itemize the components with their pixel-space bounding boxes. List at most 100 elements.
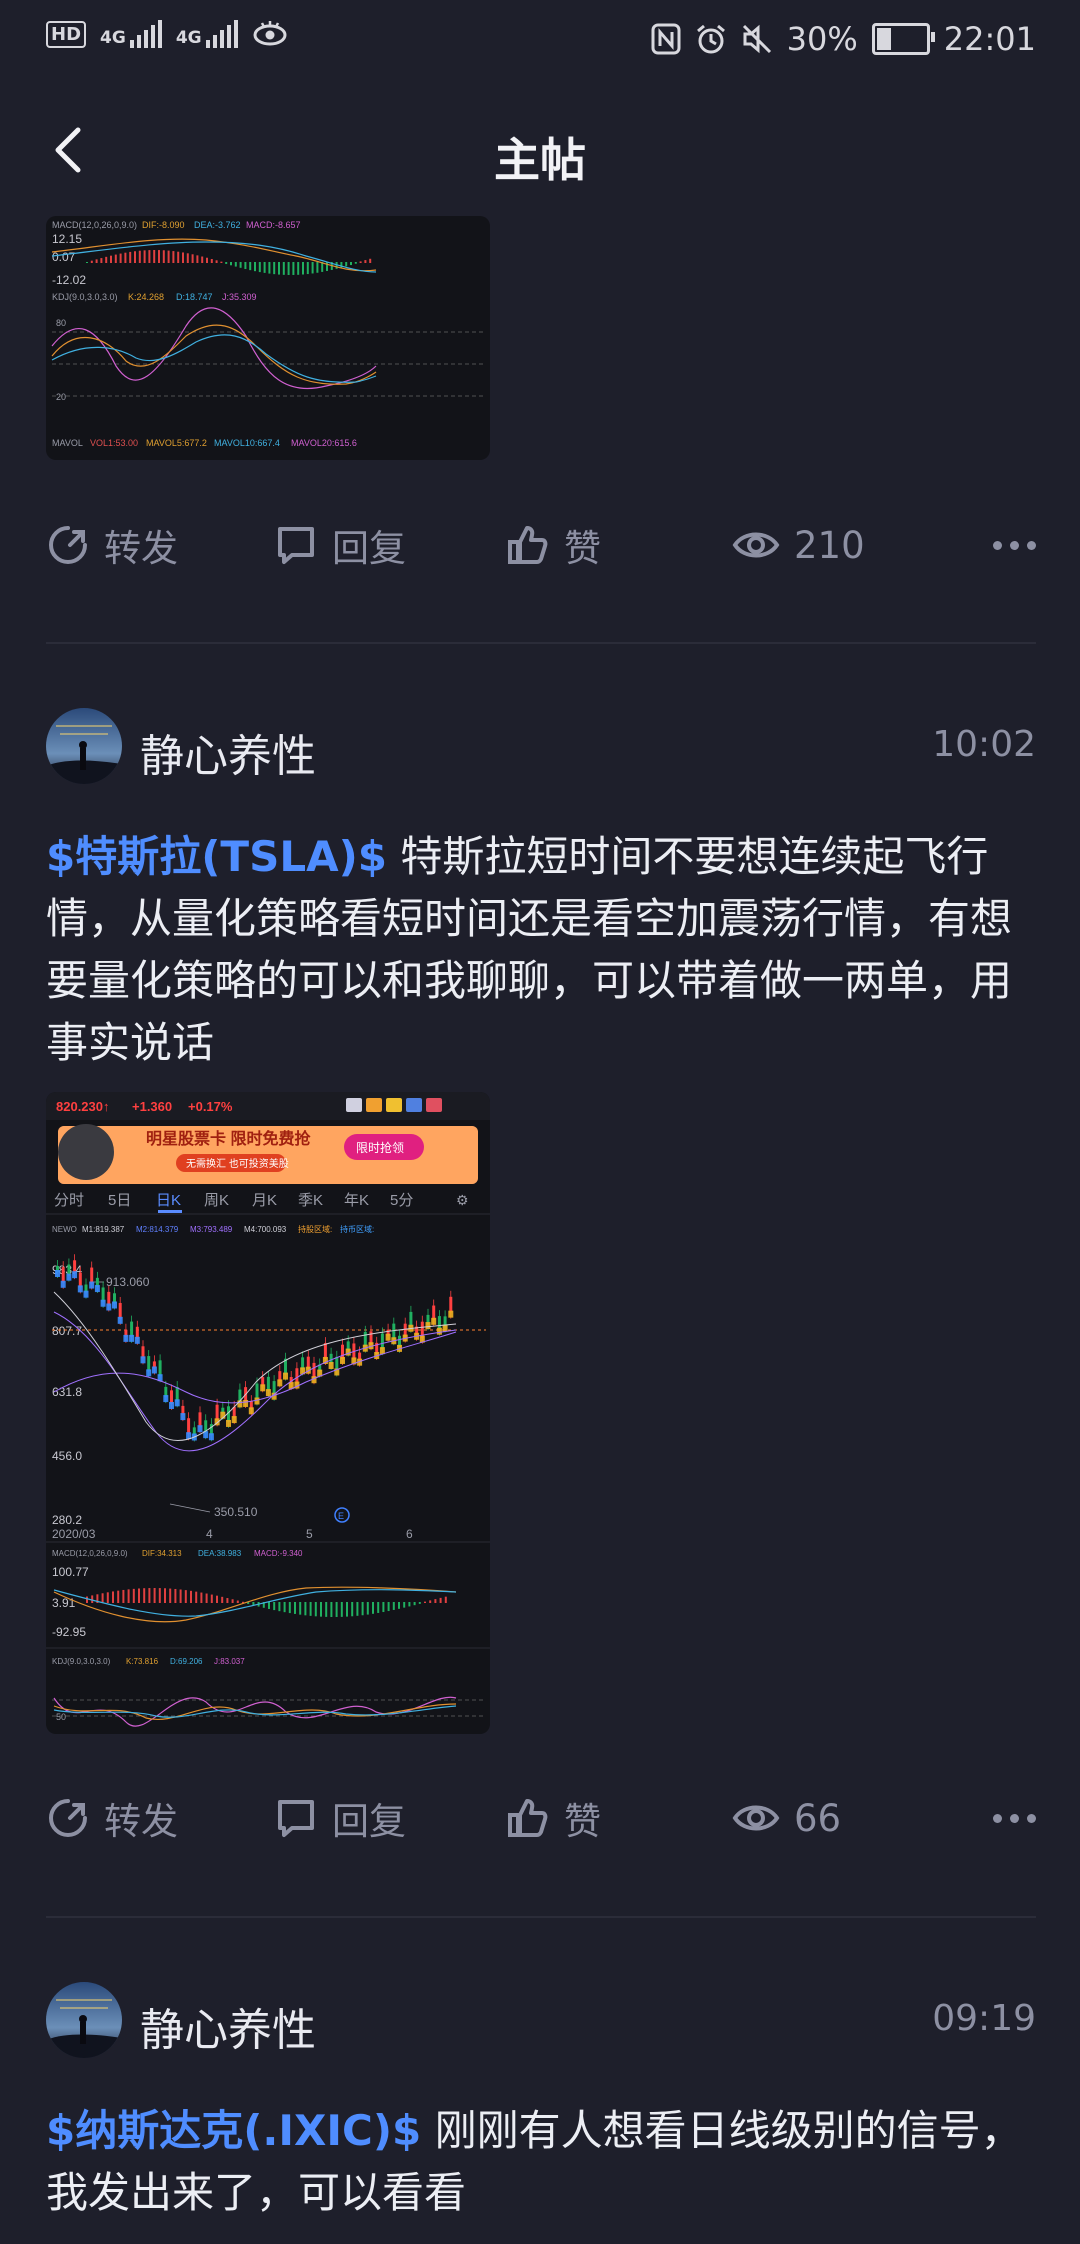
chart-tab[interactable]: 周K xyxy=(204,1192,229,1209)
macd-bar xyxy=(221,1596,224,1603)
svg-text:820.230↑: 820.230↑ xyxy=(56,1099,110,1114)
svg-text:DEA:-3.762: DEA:-3.762 xyxy=(194,220,241,230)
macd-bar xyxy=(392,1602,395,1610)
strategy-band xyxy=(123,1334,129,1342)
chart-tab[interactable]: 季K xyxy=(298,1192,323,1209)
svg-text:50: 50 xyxy=(56,1712,66,1722)
strategy-band xyxy=(112,1301,117,1309)
macd-bar xyxy=(351,1602,354,1617)
macd-bar xyxy=(134,251,136,263)
strategy-band xyxy=(254,1397,260,1405)
svg-text:明星股票卡 限时免费抢: 明星股票卡 限时免费抢 xyxy=(146,1129,311,1148)
macd-bar xyxy=(162,250,165,263)
svg-text:M2:814.379: M2:814.379 xyxy=(136,1225,179,1234)
chart-tab[interactable]: 月K xyxy=(252,1192,277,1209)
macd-bar xyxy=(90,260,93,263)
macd-bar xyxy=(179,1589,182,1603)
reply-button[interactable]: 回复 xyxy=(274,1791,406,1845)
strategy-band xyxy=(163,1395,169,1403)
macd-bar xyxy=(330,1602,333,1617)
dollar-icon xyxy=(386,1098,402,1112)
macd-bar xyxy=(302,262,304,275)
strategy-band xyxy=(431,1317,437,1325)
candle-body xyxy=(187,1418,191,1435)
strategy-band xyxy=(208,1433,214,1441)
macd-bar xyxy=(429,1600,432,1603)
stock-tag-link[interactable]: $纳斯达克(.IXIC)$ xyxy=(46,2106,421,2155)
strategy-band xyxy=(60,1280,66,1288)
macd-bar xyxy=(263,262,266,273)
strategy-band xyxy=(328,1361,334,1369)
macd-bar xyxy=(288,1602,291,1614)
chart-tab[interactable]: 日K xyxy=(156,1192,181,1209)
post-chart-image[interactable]: 820.230↑ +1.360 +0.17% 明星股票卡 限时免费抢 无需换汇 … xyxy=(46,1092,490,1734)
strategy-band xyxy=(140,1356,146,1364)
username[interactable]: 静心养性 xyxy=(140,720,316,784)
macd-bar xyxy=(254,262,256,272)
battery-percent: 30% xyxy=(786,20,858,58)
strategy-band xyxy=(180,1413,186,1421)
chart-tab[interactable]: 5分 xyxy=(390,1192,413,1209)
like-button[interactable]: 赞 xyxy=(506,1791,601,1845)
macd-bar xyxy=(220,261,223,263)
macd-bar xyxy=(287,262,290,275)
macd-bar xyxy=(268,1602,270,1609)
strategy-band xyxy=(83,1290,89,1298)
post3-header: 静心养性 09:19 xyxy=(46,1982,1036,2060)
strategy-band xyxy=(169,1401,174,1409)
signal-4g-1-icon: 4G xyxy=(100,20,162,48)
y-tick: 807.7 xyxy=(52,1324,82,1338)
post-content: $特斯拉(TSLA)$ 特斯拉短时间不要想连续起飞行情，从量化策略看短时间还是看… xyxy=(46,826,1041,1074)
status-bar: HD 4G 4G 30% 22:01 xyxy=(0,0,1080,84)
post-divider xyxy=(46,642,1036,644)
more-options-button[interactable] xyxy=(993,1813,1036,1823)
view-count: 66 xyxy=(732,1797,841,1840)
avatar[interactable] xyxy=(46,708,122,784)
avatar[interactable] xyxy=(46,1982,122,2058)
thumbs-up-icon xyxy=(508,526,548,564)
chart-tab[interactable]: 分时 xyxy=(54,1192,84,1209)
svg-text:3.91: 3.91 xyxy=(52,1596,76,1610)
candle-body xyxy=(380,1333,384,1350)
macd-bar xyxy=(143,1588,146,1603)
alarm-icon xyxy=(696,24,725,54)
view-count-value: 66 xyxy=(794,1796,842,1840)
candle-body xyxy=(101,1287,105,1302)
strategy-band xyxy=(277,1379,283,1387)
repost-button[interactable]: 转发 xyxy=(46,1791,178,1845)
candle-body xyxy=(409,1311,413,1327)
candle-body xyxy=(295,1368,299,1384)
svg-text:MAVOL20:615.6: MAVOL20:615.6 xyxy=(291,438,357,448)
macd-bar xyxy=(356,1602,359,1616)
more-options-button[interactable] xyxy=(993,540,1036,550)
post-chart-image[interactable]: MACD(12,0,26,0,9.0) DIF:-8.090 DEA:-3.76… xyxy=(46,216,490,460)
macd-bar xyxy=(354,262,357,264)
stock-tag-link[interactable]: $特斯拉(TSLA)$ xyxy=(46,832,387,881)
high-label: 913.060 xyxy=(106,1275,150,1289)
macd-bar xyxy=(167,250,170,263)
chart-tab[interactable]: 5日 xyxy=(108,1192,131,1209)
macd-bar xyxy=(350,262,352,266)
reply-button[interactable]: 回复 xyxy=(274,518,406,572)
settings-icon[interactable]: ⚙ xyxy=(456,1192,469,1208)
macd-bar xyxy=(196,255,199,263)
svg-text:DIF:-8.090: DIF:-8.090 xyxy=(142,220,185,230)
macd-bar xyxy=(403,1602,406,1608)
candle-body xyxy=(170,1390,173,1404)
macd-bar xyxy=(86,262,88,263)
like-button[interactable]: 赞 xyxy=(506,518,601,572)
chart-tab[interactable]: 年K xyxy=(344,1192,369,1209)
svg-text:MAVOL10:667.4: MAVOL10:667.4 xyxy=(214,438,280,448)
macd-bar xyxy=(201,256,204,263)
candle-body xyxy=(78,1272,82,1288)
strategy-band xyxy=(265,1389,271,1397)
macd-bar xyxy=(225,262,228,264)
macd-bar xyxy=(234,262,237,267)
candle-body xyxy=(175,1387,179,1402)
svg-text:MACD(12,0,26,0,9.0): MACD(12,0,26,0,9.0) xyxy=(52,220,137,230)
username[interactable]: 静心养性 xyxy=(140,1994,316,2058)
repost-button[interactable]: 转发 xyxy=(46,518,178,572)
candle-body xyxy=(61,1267,65,1283)
strategy-band xyxy=(283,1372,288,1380)
macd-bar xyxy=(239,262,242,268)
